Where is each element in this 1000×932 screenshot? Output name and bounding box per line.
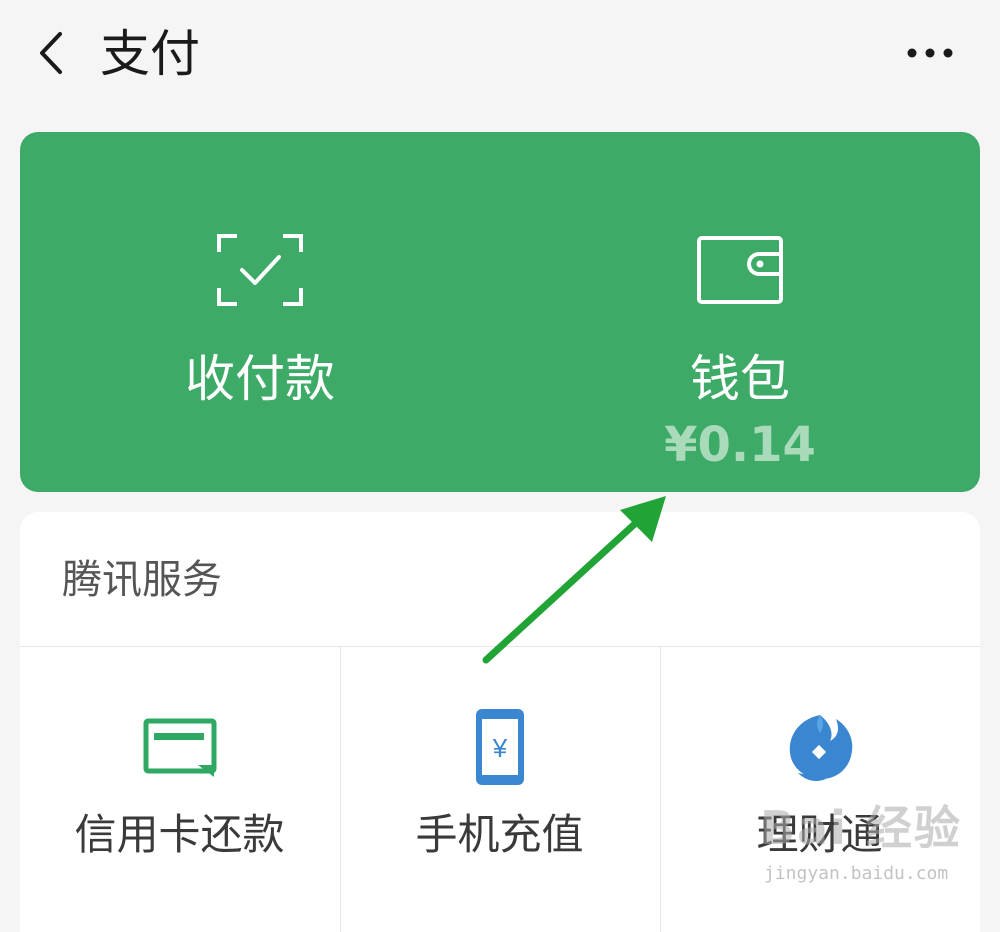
service-label: 信用卡还款 <box>74 810 285 859</box>
top-bar: 支付 <box>0 0 1000 110</box>
payment-card: 收付款 钱包 ¥0.14 <box>20 132 980 492</box>
pay-receive-button[interactable]: 收付款 <box>20 132 500 492</box>
credit-card-repay-button[interactable]: 信用卡还款 <box>20 647 339 932</box>
pay-receive-label: 收付款 <box>185 350 335 408</box>
phone-recharge-icon: ¥ <box>476 709 524 785</box>
credit-card-icon <box>143 718 217 777</box>
wallet-icon <box>697 236 783 304</box>
scan-check-icon <box>217 234 303 306</box>
service-label: 理财通 <box>756 810 883 859</box>
phone-recharge-button[interactable]: ¥ 手机充值 <box>340 647 659 932</box>
service-label: 手机充值 <box>415 810 584 859</box>
chevron-left-icon[interactable] <box>30 28 70 78</box>
svg-text:¥: ¥ <box>492 733 508 763</box>
licaitong-icon <box>789 715 853 781</box>
licaitong-button[interactable]: 理财通 <box>660 647 979 932</box>
wallet-label: 钱包 <box>690 350 790 408</box>
wallet-balance: ¥0.14 <box>664 417 816 473</box>
section-title: 腾讯服务 <box>62 557 222 603</box>
tencent-services-panel: 腾讯服务 信用卡还款 ¥ 手机充值 理财通 <box>20 512 980 932</box>
wallet-button[interactable]: 钱包 ¥0.14 <box>500 132 980 492</box>
more-horizontal-icon[interactable] <box>900 38 960 68</box>
page-title: 支付 <box>100 25 200 83</box>
